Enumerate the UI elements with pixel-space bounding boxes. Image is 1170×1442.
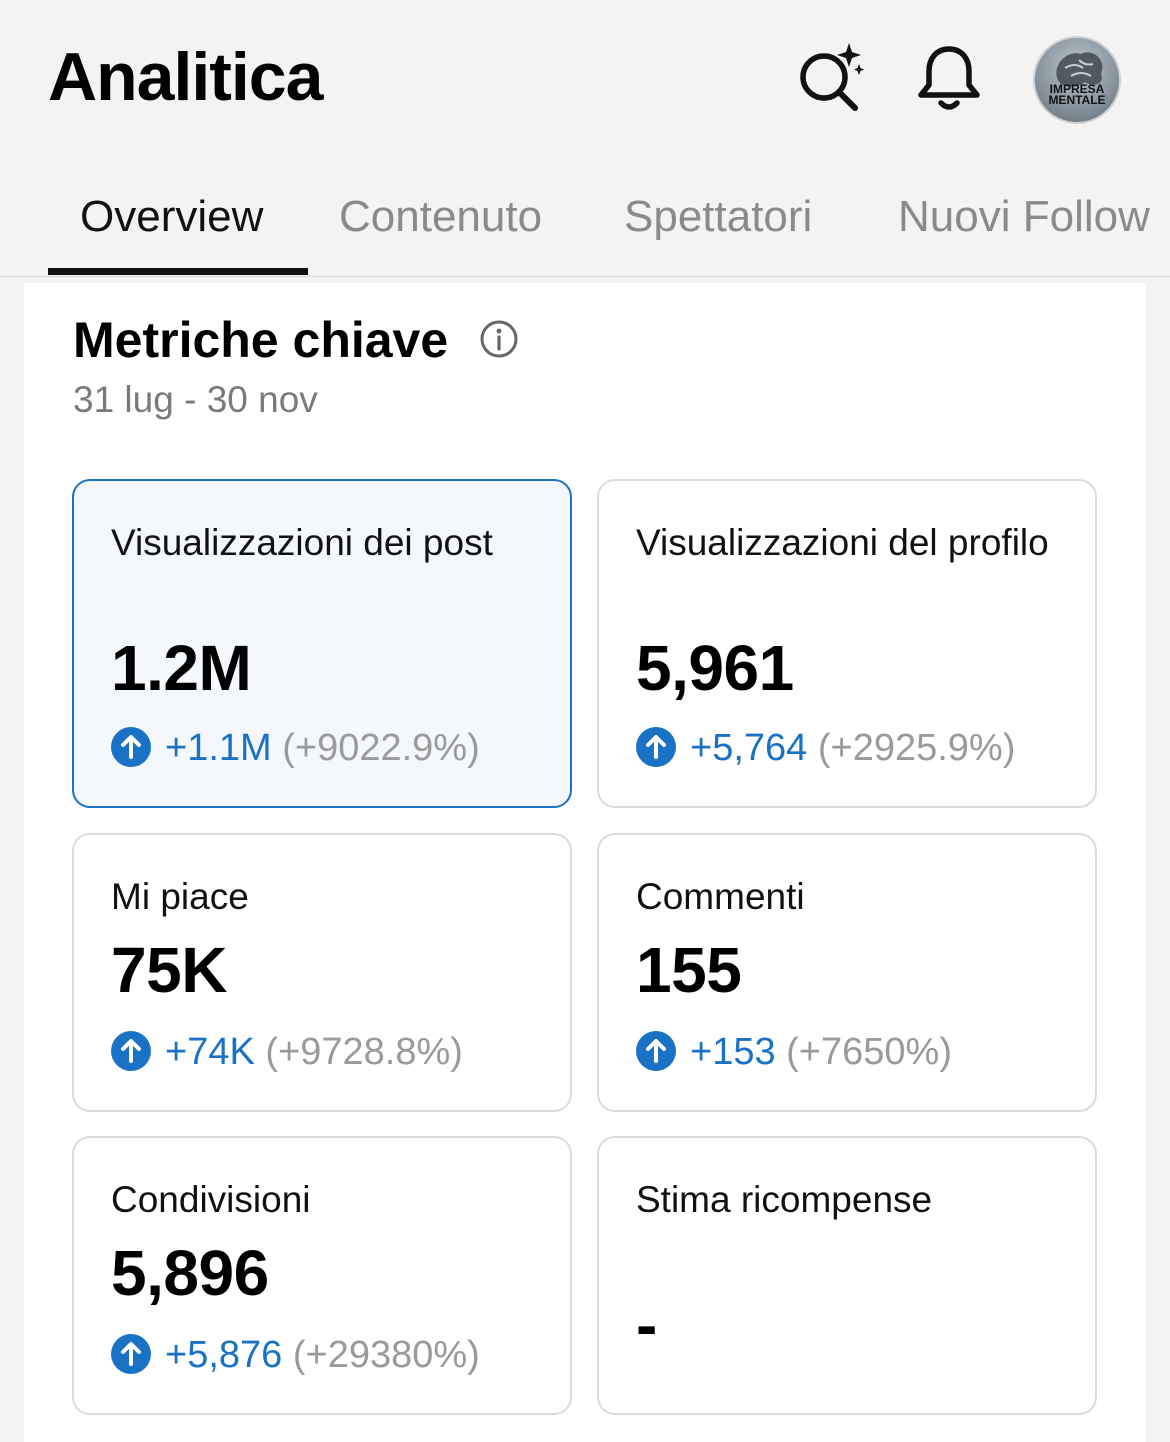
metric-label: Condivisioni — [111, 1179, 311, 1220]
brain-logo-icon — [1056, 52, 1103, 87]
tab-bar: Overview Contenuto Spettatori Nuovi Foll… — [0, 160, 1170, 277]
ai-search-icon[interactable] — [793, 40, 867, 114]
metric-label: Visualizzazioni del profilo — [636, 522, 1049, 563]
section-title: Metriche chiave — [73, 312, 449, 368]
arrow-up-circle-icon — [111, 726, 151, 767]
metric-change: +5,764 (+2925.9%) — [636, 726, 1016, 771]
metric-card-comments[interactable]: Commenti 155 +153 (+7650%) — [597, 833, 1097, 1112]
info-icon[interactable] — [479, 319, 519, 359]
arrow-up-circle-icon — [636, 726, 676, 767]
metric-percent: (+29380%) — [292, 1334, 480, 1376]
tab-contenuto[interactable]: Contenuto — [339, 192, 542, 242]
tab-overview[interactable]: Overview — [80, 192, 263, 242]
metric-card-shares[interactable]: Condivisioni 5,896 +5,876 (+29380%) — [72, 1136, 572, 1415]
metric-card-profile-views[interactable]: Visualizzazioni del profilo 5,961 +5,764… — [597, 479, 1097, 808]
metric-delta: +5,764 — [690, 727, 808, 769]
metric-change: +1.1M (+9022.9%) — [111, 726, 480, 771]
metric-card-likes[interactable]: Mi piace 75K +74K (+9728.8%) — [72, 833, 572, 1112]
arrow-up-circle-icon — [111, 1333, 151, 1374]
date-range: 31 lug - 30 nov — [73, 379, 318, 420]
metric-delta: +1.1M — [165, 727, 272, 769]
metric-percent: (+7650%) — [786, 1031, 952, 1073]
page-title: Analitica — [48, 39, 323, 115]
metric-value: - — [636, 1289, 657, 1361]
metric-value: 1.2M — [111, 632, 252, 704]
metric-delta: +5,876 — [165, 1334, 283, 1376]
arrow-up-circle-icon — [636, 1030, 676, 1071]
key-metrics-panel: Metriche chiave 31 lug - 30 nov Visualiz… — [24, 283, 1146, 1442]
metric-change: +74K (+9728.8%) — [111, 1030, 463, 1075]
tab-spettatori[interactable]: Spettatori — [624, 192, 812, 242]
metric-value: 5,896 — [111, 1237, 269, 1309]
metric-value: 155 — [636, 934, 742, 1006]
tab-nuovi-follower[interactable]: Nuovi Follow — [898, 192, 1150, 242]
metric-change: +5,876 (+29380%) — [111, 1333, 480, 1378]
metric-delta: +153 — [690, 1031, 776, 1073]
metric-percent: (+9728.8%) — [265, 1031, 463, 1073]
avatar-logo-text: IMPRESA MENTALE — [1048, 82, 1106, 107]
metric-percent: (+2925.9%) — [817, 727, 1016, 769]
bell-icon[interactable] — [912, 40, 986, 114]
metric-percent: (+9022.9%) — [282, 727, 480, 769]
metric-delta: +74K — [165, 1031, 255, 1073]
arrow-up-circle-icon — [111, 1030, 151, 1071]
active-tab-indicator — [48, 268, 308, 275]
metric-label: Commenti — [636, 876, 805, 917]
metric-label: Visualizzazioni dei post — [111, 522, 493, 563]
metric-card-estimated-rewards[interactable]: Stima ricompense - — [597, 1136, 1097, 1415]
avatar[interactable]: IMPRESA MENTALE — [1033, 36, 1121, 124]
app-header: Analitica IMPRESA MENTALE — [0, 0, 1170, 160]
metric-card-post-views[interactable]: Visualizzazioni dei post 1.2M +1.1M (+90… — [72, 479, 572, 808]
metric-change: +153 (+7650%) — [636, 1030, 952, 1075]
metric-value: 75K — [111, 934, 227, 1006]
metric-label: Stima ricompense — [636, 1179, 933, 1220]
metric-label: Mi piace — [111, 876, 249, 917]
metric-value: 5,961 — [636, 632, 794, 704]
